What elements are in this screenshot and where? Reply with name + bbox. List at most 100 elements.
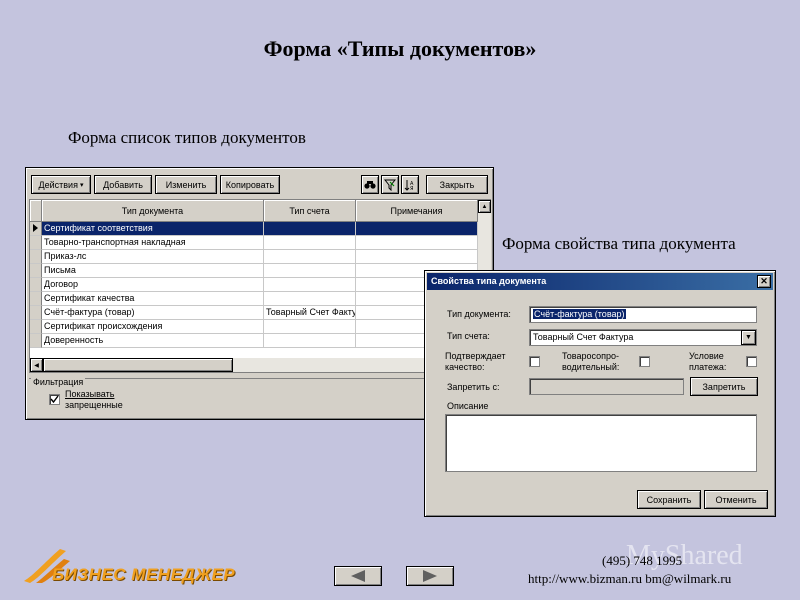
find-icon[interactable]: [361, 175, 379, 194]
caption-list-form: Форма список типов документов: [68, 128, 306, 147]
account-type-select[interactable]: Товарный Счет Фактура ▼: [529, 329, 757, 346]
table-row[interactable]: Договор: [30, 278, 478, 292]
description-textarea[interactable]: [445, 414, 757, 472]
contact-phone: (495) 748 1995: [602, 553, 683, 568]
cell-account-type: [264, 278, 356, 292]
row-selector-header: [30, 200, 42, 222]
filter-group: Фильтрация Показывать запрещенные: [29, 377, 491, 416]
table-row[interactable]: Сертификат соответствия: [30, 222, 478, 236]
row-selector: [30, 264, 42, 278]
cell-doc-type: Сертификат происхождения: [42, 320, 264, 334]
cell-doc-type: Товарно-транспортная накладная: [42, 236, 264, 250]
cell-doc-type: Письма: [42, 264, 264, 278]
cell-notes: [356, 222, 478, 236]
add-label: Добавить: [103, 179, 143, 190]
next-slide-button[interactable]: [406, 566, 454, 586]
cell-account-type: [264, 222, 356, 236]
copy-button[interactable]: Копировать: [220, 175, 280, 194]
cell-doc-type: Доверенность: [42, 334, 264, 348]
sort-icon[interactable]: AЯ: [401, 175, 419, 194]
cancel-button-label: Отменить: [715, 494, 757, 505]
cell-doc-type: Сертификат соответствия: [42, 222, 264, 236]
horizontal-scrollbar[interactable]: ◀: [30, 358, 491, 372]
column-header-doc-type[interactable]: Тип документа: [42, 200, 264, 222]
forbid-from-label: Запретить с:: [447, 382, 500, 392]
table-body: Сертификат соответствия Товарно-транспор…: [30, 222, 478, 358]
forbid-from-input[interactable]: [529, 378, 684, 395]
description-label: Описание: [447, 401, 489, 411]
save-button[interactable]: Сохранить: [637, 490, 701, 509]
doc-type-input[interactable]: Счёт-фактура (товар): [529, 306, 757, 323]
row-selector: [30, 278, 42, 292]
previous-slide-button[interactable]: [334, 566, 382, 586]
cell-account-type: Товарный Счет Факту: [264, 306, 356, 320]
checkmark-icon: [50, 395, 59, 404]
filter-icon[interactable]: [381, 175, 399, 194]
dialog-title-bar[interactable]: Свойства типа документа ✕: [427, 273, 773, 290]
row-selector: [30, 250, 42, 264]
chevron-down-icon[interactable]: ▼: [741, 330, 756, 345]
column-header-label: Примечания: [390, 205, 443, 216]
cell-notes: [356, 236, 478, 250]
table-row[interactable]: Счёт-фактура (товар) Товарный Счет Факту: [30, 306, 478, 320]
forbid-button[interactable]: Запретить: [690, 377, 758, 396]
table-row[interactable]: Сертификат качества: [30, 292, 478, 306]
column-header-account-type[interactable]: Тип счета: [264, 200, 356, 222]
show-forbidden-label-line1: Показывать: [65, 389, 115, 399]
accompanying-label-line1: Товаросопро-: [562, 351, 619, 361]
forbid-button-label: Запретить: [702, 381, 746, 392]
cell-account-type: [264, 334, 356, 348]
scroll-thumb[interactable]: [43, 358, 233, 372]
confirm-quality-label-line1: Подтверждает: [445, 351, 506, 361]
actions-label: Действия: [38, 179, 78, 190]
cell-account-type: [264, 320, 356, 334]
cell-doc-type: Счёт-фактура (товар): [42, 306, 264, 320]
row-selector: [30, 236, 42, 250]
column-header-notes[interactable]: Примечания: [356, 200, 478, 222]
payment-condition-label-line2: платежа:: [689, 362, 727, 372]
confirm-quality-checkbox[interactable]: [529, 356, 540, 367]
document-types-table: Тип документа Тип счета Примечания Серти…: [29, 199, 491, 373]
doc-type-label: Тип документа:: [447, 309, 511, 319]
row-selector: [30, 292, 42, 306]
edit-label: Изменить: [165, 179, 207, 190]
cell-doc-type: Сертификат качества: [42, 292, 264, 306]
column-header-label: Тип документа: [121, 205, 184, 216]
account-type-label: Тип счета:: [447, 331, 490, 341]
scroll-up-icon[interactable]: ▲: [478, 200, 491, 213]
cell-account-type: [264, 250, 356, 264]
copy-label: Копировать: [225, 179, 275, 190]
save-button-label: Сохранить: [646, 494, 692, 505]
dropdown-arrow-icon: ▾: [79, 181, 84, 189]
close-icon[interactable]: ✕: [757, 275, 771, 288]
add-button[interactable]: Добавить: [94, 175, 152, 194]
table-row[interactable]: Товарно-транспортная накладная: [30, 236, 478, 250]
column-header-label: Тип счета: [289, 205, 330, 216]
edit-button[interactable]: Изменить: [155, 175, 217, 194]
show-forbidden-checkbox[interactable]: [49, 394, 60, 405]
table-row[interactable]: Сертификат происхождения: [30, 320, 478, 334]
triangle-right-icon: [423, 570, 437, 582]
confirm-quality-label-line2: качество:: [445, 362, 485, 372]
svg-text:Я: Я: [410, 186, 413, 191]
cell-notes: [356, 250, 478, 264]
cell-account-type: [264, 264, 356, 278]
table-row[interactable]: Доверенность: [30, 334, 478, 348]
cancel-button[interactable]: Отменить: [704, 490, 768, 509]
row-selector: [30, 306, 42, 320]
accompanying-checkbox[interactable]: [639, 356, 650, 367]
cell-account-type: [264, 292, 356, 306]
payment-condition-checkbox[interactable]: [746, 356, 757, 367]
payment-condition-label-line1: Условие: [689, 351, 724, 361]
triangle-left-icon: [351, 570, 365, 582]
show-forbidden-label-line2: запрещенные: [65, 400, 123, 410]
slide-title: Форма «Типы документов»: [263, 36, 537, 61]
filter-group-label: Фильтрация: [31, 377, 86, 387]
table-row[interactable]: Письма: [30, 264, 478, 278]
accompanying-label-line2: водительный:: [562, 362, 620, 372]
actions-menu-button[interactable]: Действия ▾: [31, 175, 91, 194]
dialog-title: Свойства типа документа: [431, 276, 547, 286]
table-row[interactable]: Приказ-лс: [30, 250, 478, 264]
scroll-left-icon[interactable]: ◀: [30, 358, 43, 372]
close-button[interactable]: Закрыть: [426, 175, 488, 194]
